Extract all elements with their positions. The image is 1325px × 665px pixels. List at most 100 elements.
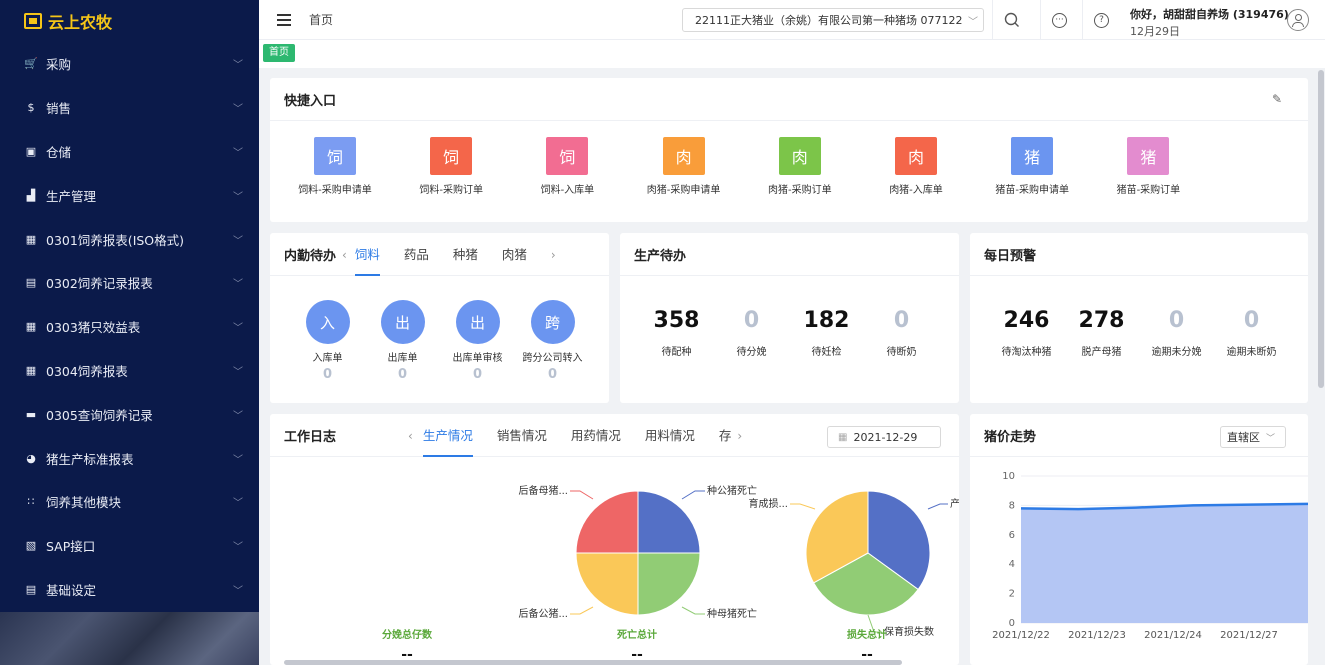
sidebar-item[interactable]: ▦ 0304饲养报表 ﹀ xyxy=(0,349,259,393)
brand-logo[interactable]: 云上农牧 xyxy=(0,0,259,42)
stat-label: 待妊检 xyxy=(811,347,842,358)
chevron-down-icon: ﹀ xyxy=(233,104,243,116)
quick-entry-label: 饲料-采购订单 xyxy=(419,185,483,196)
sidebar-item[interactable]: ▟ 生产管理 ﹀ xyxy=(0,173,259,217)
quick-entry-item[interactable]: 饲饲料-采购订单 xyxy=(401,137,501,196)
stat-item[interactable]: 246 待淘汰种猪 xyxy=(989,308,1064,358)
sidebar-item-label: 0305查询饲养记录 xyxy=(46,407,153,423)
tab-item[interactable]: 生产情况 xyxy=(422,414,473,457)
quick-entry-item[interactable]: 饲饲料-采购申请单 xyxy=(285,137,385,196)
sidebar-background-image xyxy=(0,612,259,665)
stat-item[interactable]: 0 逾期未断奶 xyxy=(1214,308,1289,358)
stat-label: 逾期未断奶 xyxy=(1226,347,1277,358)
pie-slice[interactable] xyxy=(575,552,639,616)
sidebar-item[interactable]: ▧ SAP接口 ﹀ xyxy=(0,524,259,568)
stat-label: 逾期未分娩 xyxy=(1151,347,1202,358)
summary-label: 死亡总计 xyxy=(617,630,657,641)
quick-entry-label: 饲料-入库单 xyxy=(540,185,595,196)
chevron-down-icon: ﹀ xyxy=(233,323,243,335)
tab-item[interactable]: 种猪 xyxy=(453,233,478,276)
quick-entry-label: 肉猪-采购订单 xyxy=(767,185,832,196)
quick-entry-item[interactable]: 肉肉猪-入库单 xyxy=(866,137,966,196)
chevron-down-icon: ﹀ xyxy=(233,454,243,466)
quick-entry-label: 肉猪-采购申请单 xyxy=(646,185,721,196)
quick-entry-icon: 肉 xyxy=(662,137,705,175)
stat-label: 待断奶 xyxy=(886,347,917,358)
todo-label: 出库单审核 xyxy=(452,353,503,364)
sidebar-item[interactable]: ◕ 猪生产标准报表 ﹀ xyxy=(0,436,259,480)
stat-item[interactable]: 0 待断奶 xyxy=(864,308,939,358)
stat-value: 0 xyxy=(743,308,760,333)
pie-slice[interactable] xyxy=(575,490,639,554)
quick-entry-item[interactable]: 肉肉猪-采购订单 xyxy=(750,137,850,196)
quick-entry-item[interactable]: 肉肉猪-采购申请单 xyxy=(634,137,734,196)
sidebar-item[interactable]: ▬ 0305查询饲养记录 ﹀ xyxy=(0,392,259,436)
farm-select-value: 22111正大猪业（余姚）有限公司第一种猪场 077122... xyxy=(695,14,963,27)
x-tick-label: 2021/12/23 xyxy=(1068,630,1126,641)
stat-value: 0 xyxy=(1168,308,1185,333)
stat-item[interactable]: 182 待妊检 xyxy=(789,308,864,358)
sidebar-item-label: 0303猪只效益表 xyxy=(46,320,141,336)
sidebar-item-label: 0302饲养记录报表 xyxy=(46,276,153,292)
tab-next-icon[interactable]: › xyxy=(737,429,742,443)
sidebar-item[interactable]: ▦ 0303猪只效益表 ﹀ xyxy=(0,305,259,349)
pie-label-line xyxy=(681,606,705,615)
stat-item[interactable]: 0 逾期未分娩 xyxy=(1139,308,1214,358)
tab-item[interactable]: 存 xyxy=(719,414,732,457)
tab-prev-icon[interactable]: ‹ xyxy=(408,429,413,443)
tab-prev-icon[interactable]: ‹ xyxy=(342,248,347,262)
sidebar-item[interactable]: ▣ 仓储 ﹀ xyxy=(0,130,259,174)
message-button[interactable]: ··· xyxy=(1040,0,1078,40)
avatar[interactable] xyxy=(1287,9,1309,31)
sidebar-item[interactable]: ∷ 饲养其他模块 ﹀ xyxy=(0,480,259,524)
tag-home[interactable]: 首页 xyxy=(263,44,295,62)
quick-entry-item[interactable]: 猪猪苗-采购订单 xyxy=(1098,137,1198,196)
farm-select[interactable]: 22111正大猪业（余姚）有限公司第一种猪场 077122... ﹀ xyxy=(682,8,984,32)
stat-item[interactable]: 0 待分娩 xyxy=(714,308,789,358)
todo-item[interactable]: 出出库单 0 xyxy=(365,300,440,382)
quick-entry-item[interactable]: 猪猪苗-采购申请单 xyxy=(982,137,1082,196)
pie-slice[interactable] xyxy=(637,490,701,554)
sidebar-item-label: 猪生产标准报表 xyxy=(46,451,134,467)
region-select[interactable]: 直辖区 ﹀ xyxy=(1220,426,1286,448)
quick-entry-label: 猪苗-采购申请单 xyxy=(995,185,1069,196)
sidebar-item[interactable]: 🛒 采购 ﹀ xyxy=(0,42,259,86)
search-button[interactable] xyxy=(992,0,1030,40)
tab-item[interactable]: 药品 xyxy=(404,233,429,276)
tab-item[interactable]: 用药情况 xyxy=(571,414,621,457)
top-header: 首页 22111正大猪业（余姚）有限公司第一种猪场 077122... ﹀ ··… xyxy=(259,0,1325,40)
sidebar-item[interactable]: ▦ 0301饲养报表(ISO格式) ﹀ xyxy=(0,217,259,261)
sidebar-item[interactable]: $ 销售 ﹀ xyxy=(0,86,259,130)
sidebar-item-label: 销售 xyxy=(46,101,72,117)
todo-icon: 出 xyxy=(380,300,425,344)
todo-item[interactable]: 入入库单 0 xyxy=(290,300,365,382)
tab-next-icon[interactable]: › xyxy=(551,248,556,262)
help-button[interactable]: ? xyxy=(1082,0,1120,40)
x-tick-label: 2021/12/27 xyxy=(1220,630,1278,641)
todo-icon: 出 xyxy=(455,300,500,344)
tab-item[interactable]: 肉猪 xyxy=(502,233,527,276)
tab-item[interactable]: 销售情况 xyxy=(497,414,547,457)
chevron-down-icon: ﹀ xyxy=(233,585,243,597)
quick-entry-item[interactable]: 饲饲料-入库单 xyxy=(517,137,617,196)
stat-item[interactable]: 358 待配种 xyxy=(639,308,714,358)
todo-item[interactable]: 跨跨分公司转入 0 xyxy=(515,300,590,382)
sidebar-item[interactable]: ▤ 0302饲养记录报表 ﹀ xyxy=(0,261,259,305)
pie-label: 育成损... xyxy=(748,497,788,510)
horizontal-scrollbar[interactable] xyxy=(284,660,902,665)
sidebar-item-label: 饲养其他模块 xyxy=(46,495,122,511)
todo-item[interactable]: 出出库单审核 0 xyxy=(440,300,515,382)
quick-entry-card: 快捷入口 ✎ 饲饲料-采购申请单饲饲料-采购订单饲饲料-入库单肉肉猪-采购申请单… xyxy=(270,78,1308,222)
pie-slice[interactable] xyxy=(637,552,701,616)
sidebar-item[interactable]: ▤ 基础设定 ﹀ xyxy=(0,568,259,612)
x-tick-label: 2021/12/22 xyxy=(992,630,1050,641)
vertical-scrollbar[interactable] xyxy=(1317,68,1325,665)
dollar-icon: $ xyxy=(27,101,35,115)
date-picker[interactable]: ▦ 2021-12-29 xyxy=(827,426,941,448)
tab-item[interactable]: 饲料 xyxy=(354,233,380,276)
tab-item[interactable]: 用料情况 xyxy=(645,414,695,457)
breadcrumb[interactable]: 首页 xyxy=(309,11,333,28)
menu-toggle-icon[interactable] xyxy=(277,13,291,26)
edit-icon[interactable]: ✎ xyxy=(1272,92,1282,106)
stat-item[interactable]: 278 脱产母猪 xyxy=(1064,308,1139,358)
